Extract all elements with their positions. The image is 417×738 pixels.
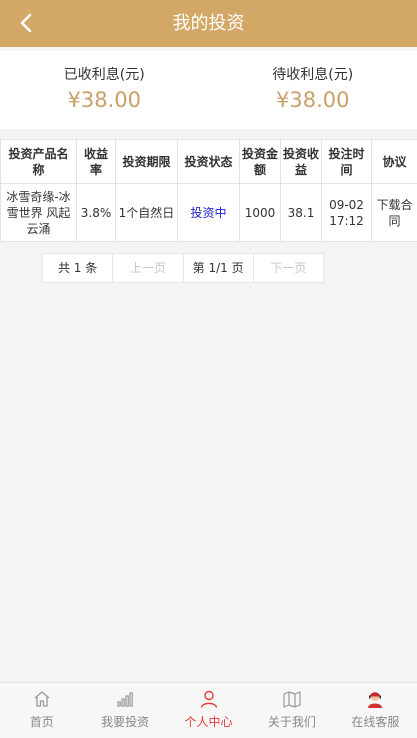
pagination: 共 1 条 上一页 第 1/1 页 下一页: [42, 253, 324, 283]
pager-prev-button[interactable]: 上一页: [113, 254, 184, 282]
tab-invest[interactable]: 我要投资: [83, 683, 166, 738]
investment-table: 投资产品名称 收益率 投资期限 投资状态 投资金额 投资收益 投注时间 协议 冰…: [0, 139, 417, 242]
home-icon: [34, 691, 50, 707]
table-row: 冰雪奇缘-冰雪世界 风起云涌 3.8% 1个自然日 投资中 1000 38.1 …: [0, 183, 417, 242]
tab-service[interactable]: 在线客服: [334, 683, 417, 738]
header-bar: 我的投资: [0, 0, 417, 47]
received-interest-value: ¥38.00: [67, 88, 141, 112]
interest-summary: 已收利息(元) ¥38.00 待收利息(元) ¥38.00: [0, 51, 417, 129]
cell-status: 投资中: [177, 183, 240, 242]
user-icon: [200, 690, 217, 708]
tab-about-label: 关于我们: [267, 715, 316, 729]
map-icon: [283, 691, 301, 708]
pending-interest: 待收利息(元) ¥38.00: [209, 51, 417, 129]
pager-total: 共 1 条: [43, 254, 114, 282]
customer-service-icon: [368, 692, 383, 708]
cell-rate: 3.8%: [76, 183, 116, 242]
bottom-tabbar: 首页 我要投资 个人中心 关于我们 在线客服: [0, 682, 417, 738]
pager-current: 第 1/1 页: [184, 254, 254, 282]
col-header-amount: 投资金额: [239, 139, 281, 184]
col-header-time: 投注时间: [321, 139, 372, 184]
col-header-agreement: 协议: [371, 139, 417, 184]
tab-profile-label: 个人中心: [184, 715, 233, 729]
download-contract-link[interactable]: 下载合同: [371, 183, 417, 242]
col-header-status: 投资状态: [177, 139, 240, 184]
cell-time: 09-02 17:12: [321, 183, 372, 242]
col-header-product: 投资产品名称: [0, 139, 77, 184]
received-interest: 已收利息(元) ¥38.00: [0, 51, 209, 129]
page-title: 我的投资: [172, 13, 245, 34]
tab-home-label: 首页: [29, 715, 54, 729]
tab-service-label: 在线客服: [351, 715, 400, 729]
cell-term: 1个自然日: [115, 183, 178, 242]
tab-profile[interactable]: 个人中心: [167, 683, 250, 738]
tab-invest-label: 我要投资: [101, 715, 150, 729]
tab-home[interactable]: 首页: [0, 683, 83, 738]
status-link[interactable]: 投资中: [190, 206, 226, 220]
cell-product: 冰雪奇缘-冰雪世界 风起云涌: [0, 183, 77, 242]
pager-next-button[interactable]: 下一页: [254, 254, 323, 282]
col-header-rate: 收益率: [76, 139, 116, 184]
col-header-profit: 投资收益: [280, 139, 322, 184]
bar-chart-icon: [117, 692, 133, 707]
cell-profit: 38.1: [280, 183, 322, 242]
pending-interest-value: ¥38.00: [276, 88, 350, 112]
received-interest-label: 已收利息(元): [63, 67, 145, 83]
pending-interest-label: 待收利息(元): [272, 67, 354, 83]
table-header-row: 投资产品名称 收益率 投资期限 投资状态 投资金额 投资收益 投注时间 协议: [0, 139, 417, 184]
cell-amount: 1000: [239, 183, 281, 242]
tab-about[interactable]: 关于我们: [250, 683, 333, 738]
col-header-term: 投资期限: [115, 139, 178, 184]
